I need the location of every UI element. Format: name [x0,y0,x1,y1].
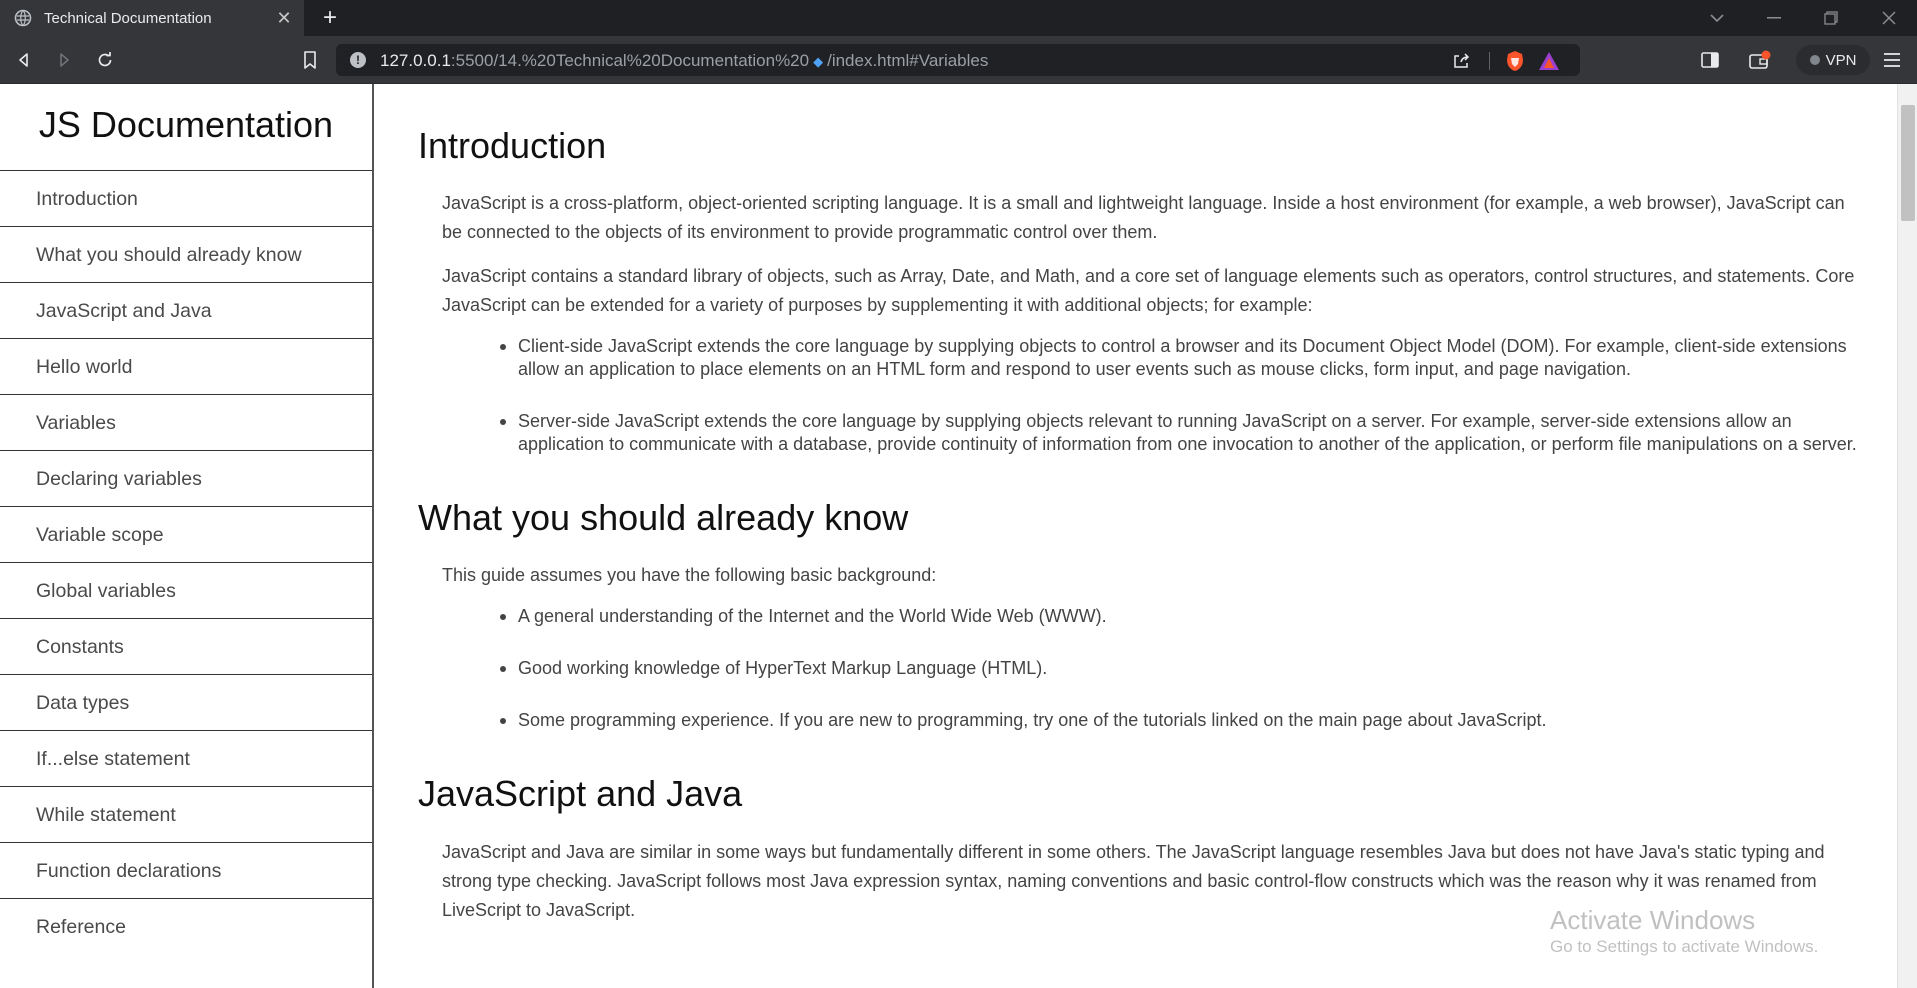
wallet-icon[interactable] [1746,46,1774,74]
list-item: A general understanding of the Internet … [500,605,1863,628]
list-item: Client-side JavaScript extends the core … [500,335,1863,381]
tab-title: Technical Documentation [44,9,212,27]
url-host: 127.0.0.1 [380,51,451,70]
list-item: Good working knowledge of HyperText Mark… [500,657,1863,680]
omnibox-divider [1489,52,1490,70]
activate-windows-watermark: Activate Windows Go to Settings to activ… [1550,904,1818,958]
url-path: :5500/14.%20Technical%20Documentation%20 [450,51,810,70]
site-info-icon[interactable]: ! [350,52,366,68]
nav-link-if-else-statement[interactable]: If...else statement [0,731,372,787]
brave-rewards-icon[interactable] [1538,50,1560,72]
paragraph: This guide assumes you have the followin… [442,565,937,586]
nav-link-introduction[interactable]: Introduction [0,171,372,227]
paragraph: JavaScript contains a standard library o… [442,266,1855,316]
list-item: Server-side JavaScript extends the core … [500,410,1863,456]
nav-link-data-types[interactable]: Data types [0,675,372,731]
section-introduction: Introduction JavaScript is a cross-platf… [418,124,1863,456]
address-bar[interactable]: ! 127.0.0.1:5500/14.%20Technical%20Docum… [336,44,1580,76]
globe-icon [14,9,32,27]
list-item: Some programming experience. If you are … [500,709,1863,732]
minimize-icon[interactable] [1751,0,1797,36]
vpn-status-dot [1809,55,1820,65]
nav-link-what-you-should-already-know[interactable]: What you should already know [0,227,372,283]
scrollbar-thumb[interactable] [1901,105,1915,221]
watermark-subtitle: Go to Settings to activate Windows. [1550,937,1819,956]
nav-link-hello-world[interactable]: Hello world [0,339,372,395]
browser-tab[interactable]: Technical Documentation ✕ [0,0,304,36]
watermark-title: Activate Windows [1550,905,1756,935]
vpn-label: VPN [1825,51,1857,69]
section-heading: What you should already know [418,497,909,539]
restore-icon[interactable] [1808,0,1854,36]
nav-link-declaring-variables[interactable]: Declaring variables [0,451,372,507]
close-tab-icon[interactable]: ✕ [270,8,298,29]
back-icon[interactable] [10,46,38,74]
nav-link-function-declarations[interactable]: Function declarations [0,843,372,899]
sidebar-toggle-icon[interactable] [1696,46,1724,74]
menu-icon[interactable] [1878,46,1906,74]
section-heading: JavaScript and Java [418,773,743,815]
documentation-navbar: JS Documentation Introduction What you s… [0,84,374,988]
url-text: 127.0.0.1:5500/14.%20Technical%20Documen… [380,51,988,71]
nav-link-javascript-and-java[interactable]: JavaScript and Java [0,283,372,339]
browser-toolbar: ! 127.0.0.1:5500/14.%20Technical%20Docum… [0,36,1917,84]
reload-icon[interactable] [91,46,119,74]
browser-tab-strip: Technical Documentation ✕ + [0,0,1917,36]
new-tab-button[interactable]: + [316,4,344,32]
brave-shields-icon[interactable] [1504,50,1526,72]
section-javascript-and-java: JavaScript and Java JavaScript and Java … [418,772,1863,924]
paragraph: JavaScript is a cross-platform, object-o… [442,193,1845,243]
vpn-button[interactable]: VPN [1796,45,1870,75]
section-heading: Introduction [418,125,607,166]
close-window-icon[interactable] [1866,0,1912,36]
section-what-you-should-already-know: What you should already know This guide … [418,496,1863,732]
main-document: Introduction JavaScript is a cross-platf… [376,84,1897,988]
bullet-list: Client-side JavaScript extends the core … [500,335,1863,456]
page-scrollbar[interactable] [1897,84,1917,988]
tab-search-icon[interactable] [1694,0,1740,36]
nav-link-reference[interactable]: Reference [0,899,372,955]
nav-link-variable-scope[interactable]: Variable scope [0,507,372,563]
bookmark-icon[interactable] [296,46,324,74]
nav-link-global-variables[interactable]: Global variables [0,563,372,619]
nav-link-variables[interactable]: Variables [0,395,372,451]
nav-link-constants[interactable]: Constants [0,619,372,675]
nav-link-while-statement[interactable]: While statement [0,787,372,843]
url-diamond-glyph: ◆ [813,54,824,69]
forward-icon[interactable] [50,46,78,74]
url-tail: /index.html#Variables [827,51,989,70]
share-icon[interactable] [1450,50,1472,72]
navbar-title: JS Documentation [0,84,372,171]
bullet-list: A general understanding of the Internet … [500,605,1863,732]
